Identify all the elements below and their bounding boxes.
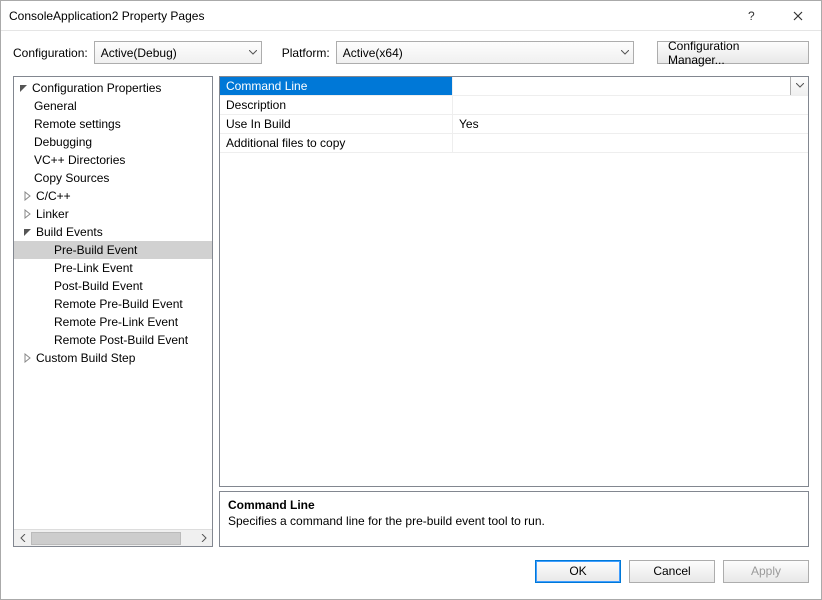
tree-item[interactable]: Post-Build Event (14, 277, 212, 295)
property-tree[interactable]: Configuration PropertiesGeneralRemote se… (14, 77, 212, 529)
svg-text:?: ? (748, 9, 755, 23)
property-grid[interactable]: Command LineDescriptionUse In BuildYesAd… (219, 76, 809, 487)
tree-item[interactable]: Custom Build Step (14, 349, 212, 367)
tree-item[interactable]: Pre-Link Event (14, 259, 212, 277)
tree-item[interactable]: Linker (14, 205, 212, 223)
apply-button[interactable]: Apply (723, 560, 809, 583)
scroll-track[interactable] (31, 530, 195, 547)
help-button[interactable]: ? (729, 1, 775, 31)
property-value[interactable]: Yes (453, 115, 808, 133)
tree-item[interactable]: Pre-Build Event (14, 241, 212, 259)
horizontal-scrollbar[interactable] (14, 529, 212, 546)
configuration-dropdown[interactable]: Active(Debug) (94, 41, 262, 64)
property-row[interactable]: Additional files to copy (220, 134, 808, 153)
tree-root[interactable]: Configuration Properties (14, 79, 212, 97)
property-value[interactable] (453, 96, 808, 114)
expander-closed-icon[interactable] (22, 190, 34, 202)
tree-item[interactable]: Debugging (14, 133, 212, 151)
dialog-footer: OK Cancel Apply (1, 553, 821, 599)
platform-value: Active(x64) (343, 46, 403, 60)
property-value[interactable] (453, 77, 790, 95)
configuration-label: Configuration: (13, 46, 88, 60)
help-icon: ? (747, 9, 757, 23)
platform-label: Platform: (282, 46, 330, 60)
property-row[interactable]: Description (220, 96, 808, 115)
expander-open-icon[interactable] (22, 226, 34, 238)
tree-item[interactable]: Copy Sources (14, 169, 212, 187)
titlebar: ConsoleApplication2 Property Pages ? (1, 1, 821, 31)
property-pages-dialog: ConsoleApplication2 Property Pages ? Con… (0, 0, 822, 600)
scroll-right-icon[interactable] (195, 530, 212, 547)
platform-dropdown[interactable]: Active(x64) (336, 41, 634, 64)
property-row[interactable]: Use In BuildYes (220, 115, 808, 134)
property-name: Command Line (220, 77, 453, 95)
description-pane: Command Line Specifies a command line fo… (219, 491, 809, 547)
description-title: Command Line (228, 498, 800, 512)
property-name: Description (220, 96, 453, 114)
tree-item[interactable]: VC++ Directories (14, 151, 212, 169)
property-name: Use In Build (220, 115, 453, 133)
close-icon (793, 11, 803, 21)
tree-item[interactable]: Build Events (14, 223, 212, 241)
expander-closed-icon[interactable] (22, 352, 34, 364)
expander-open-icon[interactable] (18, 82, 30, 94)
description-text: Specifies a command line for the pre-bui… (228, 514, 800, 528)
chevron-down-icon (249, 50, 257, 56)
chevron-down-icon (621, 50, 629, 56)
tree-item[interactable]: Remote Pre-Link Event (14, 313, 212, 331)
window-title: ConsoleApplication2 Property Pages (9, 9, 729, 23)
chevron-down-icon (796, 83, 804, 89)
tree-item[interactable]: Remote Pre-Build Event (14, 295, 212, 313)
tree-item[interactable]: General (14, 97, 212, 115)
scroll-left-icon[interactable] (14, 530, 31, 547)
property-value[interactable] (453, 134, 808, 152)
close-button[interactable] (775, 1, 821, 31)
tree-item[interactable]: C/C++ (14, 187, 212, 205)
property-row[interactable]: Command Line (220, 77, 808, 96)
expander-closed-icon[interactable] (22, 208, 34, 220)
property-name: Additional files to copy (220, 134, 453, 152)
tree-item[interactable]: Remote settings (14, 115, 212, 133)
tree-item[interactable]: Remote Post-Build Event (14, 331, 212, 349)
tree-panel: Configuration PropertiesGeneralRemote se… (13, 76, 213, 547)
ok-button[interactable]: OK (535, 560, 621, 583)
config-toolbar: Configuration: Active(Debug) Platform: A… (1, 31, 821, 76)
property-dropdown-button[interactable] (790, 77, 808, 95)
scroll-thumb[interactable] (31, 532, 181, 545)
cancel-button[interactable]: Cancel (629, 560, 715, 583)
configuration-manager-button[interactable]: Configuration Manager... (657, 41, 809, 64)
configuration-value: Active(Debug) (101, 46, 177, 60)
